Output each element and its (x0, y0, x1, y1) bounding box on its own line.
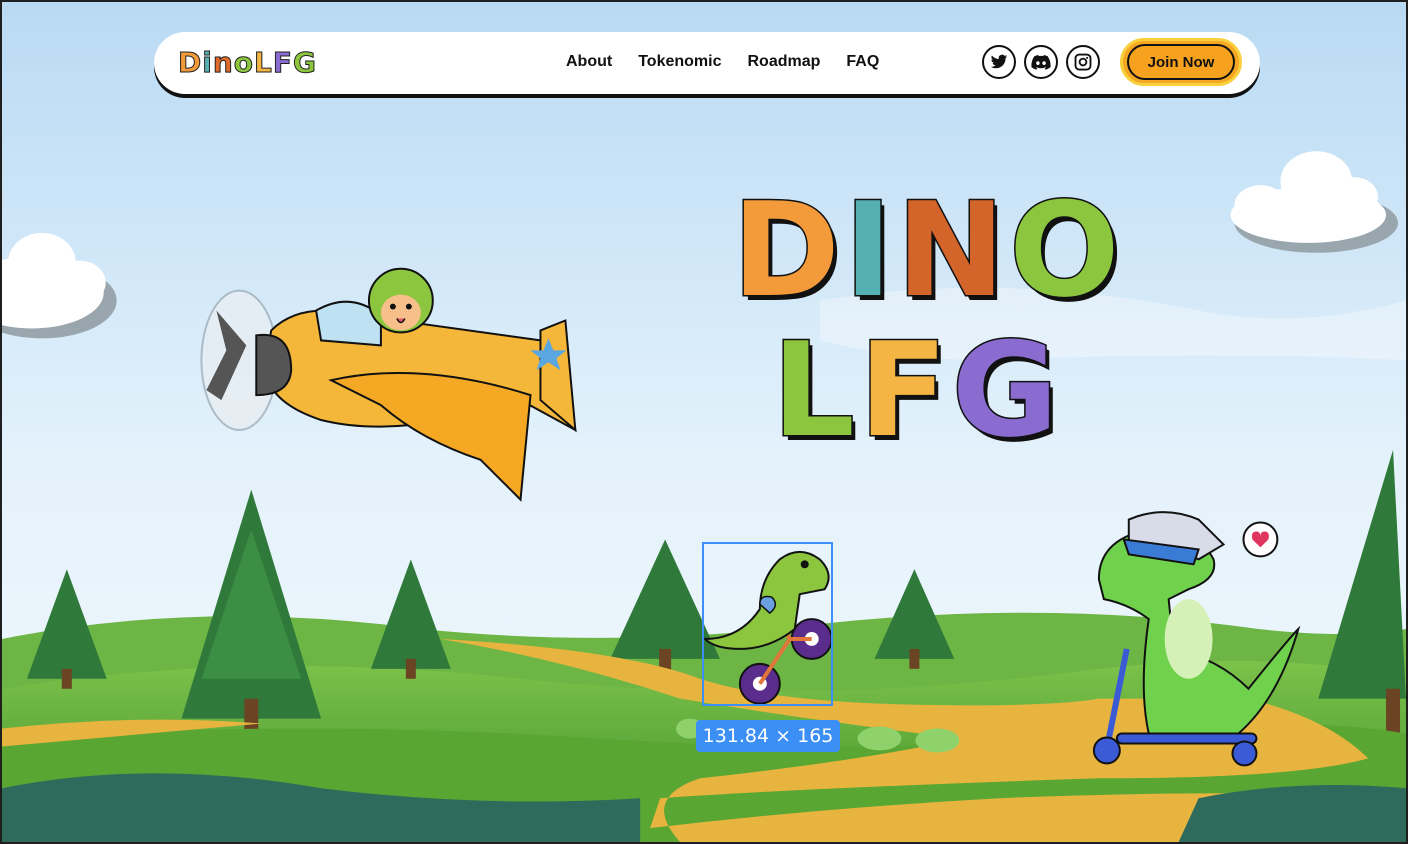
join-now-inner: Join Now (1127, 44, 1235, 80)
hero-background (2, 2, 1406, 842)
join-now-button[interactable]: Join Now (1120, 38, 1242, 86)
logo-letter: L (254, 46, 273, 80)
hero-letter: N (895, 174, 1007, 326)
logo-letter: i (202, 46, 213, 80)
nav-tokenomic[interactable]: Tokenomic (638, 53, 721, 71)
inspector-dimension-label: 131.84 × 165 (696, 720, 840, 752)
hero-letter: G (950, 314, 1060, 466)
hero-title-line-2: L F G (771, 314, 1122, 466)
inspector-selection-box (702, 542, 833, 706)
twitter-icon[interactable] (982, 45, 1016, 79)
hero-letter: I (842, 174, 893, 326)
hero-letter: D (731, 174, 842, 326)
nav-about[interactable]: About (566, 53, 612, 71)
logo[interactable]: DinoLFG (177, 46, 318, 80)
nav-faq[interactable]: FAQ (846, 53, 879, 71)
logo-letter: D (177, 46, 203, 80)
discord-icon[interactable] (1024, 45, 1058, 79)
hero-letter: F (857, 314, 949, 466)
logo-letter: G (293, 46, 318, 80)
hero-title: D I N O L F G (731, 174, 1122, 466)
nav-roadmap[interactable]: Roadmap (747, 53, 820, 71)
hero-letter: O (1008, 174, 1122, 326)
logo-letter: F (272, 46, 294, 80)
hero-title-line-1: D I N O (731, 174, 1122, 326)
social-links (982, 45, 1100, 79)
hero-letter: L (771, 314, 857, 466)
logo-letter: n (212, 46, 234, 80)
nav-links: About Tokenomic Roadmap FAQ (566, 53, 879, 71)
page: DinoLFG About Tokenomic Roadmap FAQ Join… (0, 0, 1408, 844)
logo-letter: o (233, 46, 255, 80)
instagram-icon[interactable] (1066, 45, 1100, 79)
navbar: DinoLFG About Tokenomic Roadmap FAQ Join… (154, 32, 1260, 94)
join-now-label: Join Now (1147, 53, 1215, 71)
